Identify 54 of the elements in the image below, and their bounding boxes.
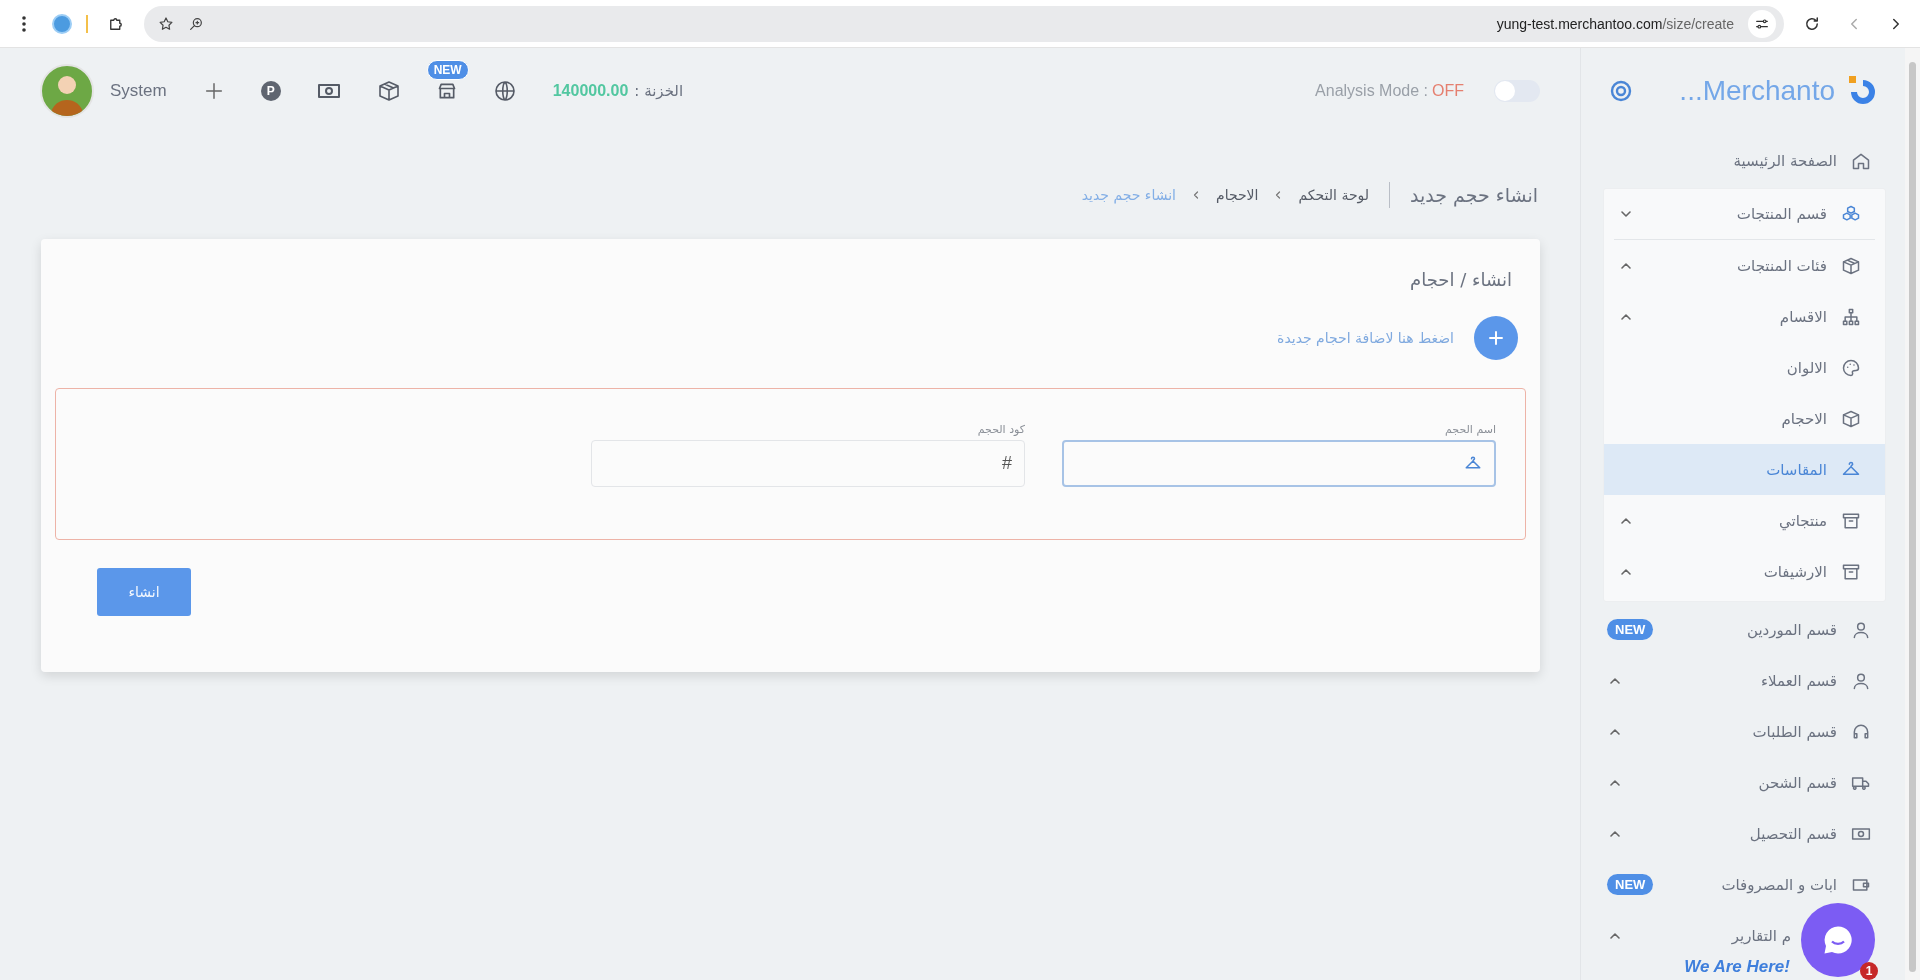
- sidebar-item[interactable]: قسم الشحن: [1581, 757, 1905, 808]
- box-icon: [1841, 255, 1861, 276]
- scrollbar-thumb[interactable]: [1909, 62, 1916, 972]
- hash-prefix: #: [1002, 453, 1012, 474]
- globe-icon[interactable]: [492, 78, 517, 103]
- star-icon[interactable]: [158, 15, 174, 32]
- sidebar-item[interactable]: فئات المنتجات: [1604, 240, 1885, 291]
- url-text: yung-test.merchantoo.com/size/create: [1496, 15, 1734, 32]
- sidebar-item[interactable]: الصفحة الرئيسية: [1581, 135, 1905, 186]
- favicon-icon: [52, 13, 72, 34]
- input-field[interactable]: #: [591, 440, 1025, 487]
- sidebar-item[interactable]: قسم العملاء: [1581, 655, 1905, 706]
- analysis-toggle[interactable]: [1494, 79, 1540, 102]
- breadcrumb-link[interactable]: لوحة التحكم: [1298, 187, 1370, 203]
- breadcrumb-link[interactable]: الاحجام: [1215, 187, 1259, 203]
- analysis-mode-value: OFF: [1432, 82, 1464, 99]
- sidebar-item[interactable]: الالوان: [1604, 342, 1885, 393]
- zoom-icon[interactable]: [188, 15, 204, 32]
- new-badge: NEW: [426, 59, 469, 80]
- cubes-icon: [1841, 204, 1861, 224]
- field-label: كود الحجم: [976, 423, 1025, 436]
- treasury-label: الخزنة :: [634, 81, 684, 100]
- box-icon[interactable]: [376, 78, 401, 103]
- address-bar[interactable]: yung-test.merchantoo.com/size/create: [144, 5, 1784, 42]
- treasury-amount: 140000.00: [552, 81, 629, 100]
- page-title: انشاء حجم جديد: [1410, 184, 1538, 206]
- cube-icon: [1841, 408, 1861, 429]
- sitemap-icon: [1841, 306, 1861, 327]
- new-badge: NEW: [1607, 619, 1654, 640]
- card-title: انشاء / احجام: [1409, 269, 1512, 290]
- plus-icon: [1487, 329, 1505, 347]
- new-badge: NEW: [1607, 874, 1654, 895]
- input-field[interactable]: [1062, 440, 1496, 487]
- sidebar-item[interactable]: منتجاتي: [1604, 495, 1885, 546]
- target-icon[interactable]: [1609, 78, 1633, 103]
- reload-icon: [1803, 14, 1821, 33]
- sidebar-item[interactable]: قسم المنتجات: [1614, 189, 1875, 240]
- palette-icon: [1841, 357, 1861, 378]
- sidebar-item[interactable]: الاقسام: [1604, 291, 1885, 342]
- notification-badge: 1: [1860, 962, 1878, 980]
- sidebar-item[interactable]: الارشيفات: [1604, 546, 1885, 597]
- sidebar-item[interactable]: قسم الطلبات: [1581, 706, 1905, 757]
- user-name[interactable]: System: [110, 80, 167, 101]
- sidebar-item[interactable]: قسم التحصيل: [1581, 808, 1905, 859]
- site-settings-button[interactable]: [1748, 9, 1776, 38]
- p-button[interactable]: P: [260, 80, 281, 101]
- analysis-mode-label: Analysis Mode :: [1315, 82, 1428, 99]
- add-sizes-link[interactable]: اضغط هنا لاضافة احجام جديدة: [1277, 330, 1454, 346]
- add-button[interactable]: [1474, 316, 1518, 360]
- create-button[interactable]: انشاء: [97, 568, 191, 616]
- field-label: اسم الحجم: [1443, 423, 1496, 436]
- sidebar-item[interactable]: المقاسات: [1604, 444, 1885, 495]
- kebab-icon: [22, 15, 26, 32]
- sidebar-item[interactable]: الاحجام: [1604, 393, 1885, 444]
